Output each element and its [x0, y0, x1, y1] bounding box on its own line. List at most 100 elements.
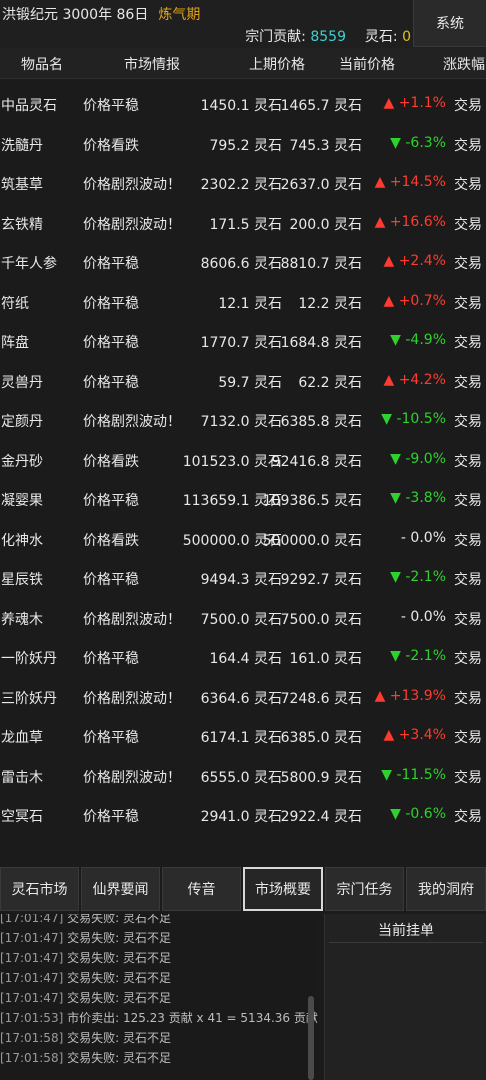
arrow-down-icon: ▼: [381, 411, 397, 427]
item-name: 筑基草: [1, 177, 43, 193]
log-scrollbar[interactable]: [308, 996, 314, 1080]
trade-button[interactable]: 交易: [454, 688, 482, 708]
trade-button[interactable]: 交易: [454, 451, 482, 471]
change-value: - 0.0%: [400, 529, 446, 546]
change-value: +2.4%: [398, 253, 446, 269]
era-info: 洪锻纪元 3000年 86日 炼气期: [2, 4, 200, 24]
trade-button[interactable]: 交易: [454, 767, 482, 787]
tab-5[interactable]: 宗门任务: [325, 867, 404, 911]
price-change: ▼ -2.1%: [390, 569, 446, 585]
tab-4[interactable]: 市场概要: [243, 867, 323, 911]
prev-price: 6555.0 灵石: [200, 769, 282, 786]
current-price: 8810.7 灵石: [280, 256, 362, 272]
trade-button[interactable]: 交易: [454, 569, 482, 589]
current-price: 2922.4 灵石: [280, 809, 362, 825]
change-value: -2.1%: [405, 569, 446, 585]
current-price: 200.0 灵石: [289, 216, 362, 233]
price-change: - 0.0%: [401, 609, 446, 625]
price-change: ▲ +13.9%: [375, 688, 446, 704]
table-row: 灵兽丹 价格平稳 59.7 灵石 62.2 灵石 ▲ +4.2% 交易: [0, 362, 486, 402]
trade-button[interactable]: 交易: [454, 372, 482, 392]
market-info: 价格剧烈波动！: [83, 414, 181, 430]
current-price: 1465.7 灵石: [280, 98, 362, 114]
arrow-up-icon: ▲: [374, 174, 390, 190]
log-text: 交易失败: 灵石不足: [63, 931, 171, 945]
table-row: 一阶妖丹 价格平稳 164.4 灵石 161.0 灵石 ▼ -2.1% 交易: [0, 638, 486, 678]
header-current-price: 当前价格: [339, 57, 395, 73]
price-change: ▼ -11.5%: [381, 767, 446, 783]
change-value: -11.5%: [396, 766, 446, 783]
current-price: 7500.0 灵石: [280, 611, 362, 628]
trade-button[interactable]: 交易: [454, 609, 482, 629]
change-value: -9.0%: [405, 450, 446, 467]
log-timestamp: [17:01:58]: [0, 1051, 64, 1065]
item-name: 洗髓丹: [1, 137, 43, 154]
arrow-up-icon: ▲: [374, 213, 390, 230]
current-price: 92416.8 灵石: [271, 453, 362, 470]
system-button[interactable]: 系统: [413, 0, 486, 47]
item-name: 符纸: [1, 295, 29, 312]
pending-orders-panel: 当前挂单: [324, 914, 486, 1080]
log-text: 交易失败: 灵石不足: [63, 971, 171, 985]
trade-button[interactable]: 交易: [454, 174, 482, 194]
item-name: 阵盘: [1, 335, 29, 351]
item-name: 玄铁精: [1, 216, 43, 233]
market-info: 价格剧烈波动！: [83, 216, 181, 233]
trade-button[interactable]: 交易: [454, 490, 482, 510]
cultivation-realm: 炼气期: [158, 7, 201, 23]
tab-3[interactable]: 传音: [162, 867, 241, 911]
trade-button[interactable]: 交易: [454, 530, 482, 550]
item-name: 空冥石: [1, 809, 43, 825]
table-row: 雷击木 价格剧烈波动！ 6555.0 灵石 5800.9 灵石 ▼ -11.5% 交易: [0, 757, 486, 797]
prev-price: 9494.3 灵石: [200, 572, 282, 588]
trade-button[interactable]: 交易: [454, 648, 482, 668]
trade-button[interactable]: 交易: [454, 293, 482, 313]
current-price: 2637.0 灵石: [280, 177, 362, 193]
log-timestamp: [17:01:47]: [0, 971, 64, 985]
log-text: 交易失败: 灵石不足: [63, 1031, 171, 1045]
change-value: +1.1%: [398, 95, 446, 111]
header-item-name: 物品名: [21, 57, 63, 73]
prev-price: 12.1 灵石: [218, 295, 282, 312]
market-info: 价格看跌: [83, 532, 139, 549]
trade-button[interactable]: 交易: [454, 135, 482, 155]
log-timestamp: [17:01:47]: [0, 931, 64, 945]
log-line: [17:01:47] 交易失败: 灵石不足: [0, 949, 171, 966]
tab-2[interactable]: 仙界要闻: [81, 867, 160, 911]
log-line: [17:01:47] 交易失败: 灵石不足: [0, 969, 171, 986]
trade-button[interactable]: 交易: [454, 727, 482, 747]
log-line: [17:01:47] 交易失败: 灵石不足: [0, 914, 171, 926]
market-info: 价格平稳: [83, 98, 139, 114]
arrow-up-icon: ▲: [383, 253, 399, 269]
price-change: ▲ +3.4%: [383, 727, 446, 743]
current-price: 109386.5 灵石: [262, 493, 362, 509]
table-row: 三阶妖丹 价格剧烈波动！ 6364.6 灵石 7248.6 灵石 ▲ +13.9% 交易: [0, 678, 486, 718]
tab-1[interactable]: 灵石市场: [0, 867, 79, 911]
market-info: 价格平稳: [83, 295, 139, 312]
arrow-up-icon: ▲: [383, 95, 399, 111]
trade-button[interactable]: 交易: [454, 332, 482, 352]
prev-price: 2941.0 灵石: [200, 809, 282, 825]
header-prev-price: 上期价格: [249, 57, 305, 73]
tab-6[interactable]: 我的洞府: [406, 867, 486, 911]
trade-button[interactable]: 交易: [454, 214, 482, 234]
market-info: 价格平稳: [83, 651, 139, 667]
market-info: 价格平稳: [83, 493, 139, 509]
price-change: ▼ -0.6%: [390, 806, 446, 822]
prev-price: 2302.2 灵石: [200, 177, 282, 193]
change-value: -10.5%: [396, 411, 446, 427]
trade-button[interactable]: 交易: [454, 411, 482, 431]
divider: [329, 942, 483, 943]
arrow-down-icon: ▼: [390, 134, 406, 151]
prev-price: 101523.0 灵石: [182, 453, 282, 470]
log-line: [17:01:53] 市价卖出: 125.23 贡献 x 41 = 5134.3…: [0, 1009, 318, 1026]
prev-price: 7132.0 灵石: [200, 414, 282, 430]
price-change: ▲ +14.5%: [375, 174, 446, 190]
trade-button[interactable]: 交易: [454, 806, 482, 826]
log-text: 市价卖出: 125.23 贡献 x 41 = 5134.36 贡献: [63, 1011, 318, 1025]
item-name: 中品灵石: [1, 98, 57, 114]
trade-button[interactable]: 交易: [454, 95, 482, 115]
log-text: 交易失败: 灵石不足: [63, 991, 171, 1005]
trade-button[interactable]: 交易: [454, 253, 482, 273]
market-table: 中品灵石 价格平稳 1450.1 灵石 1465.7 灵石 ▲ +1.1% 交易 洗髓丹 价格…: [0, 85, 486, 836]
